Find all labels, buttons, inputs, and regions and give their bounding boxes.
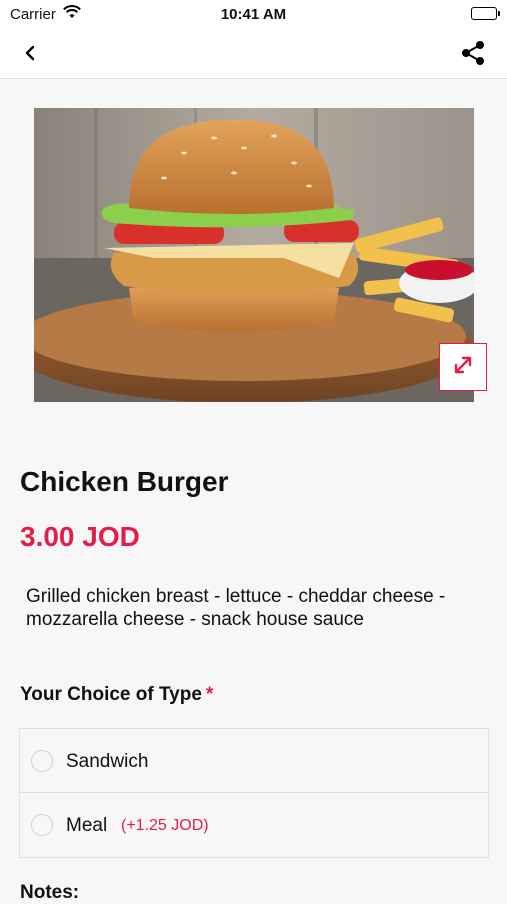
radio-button[interactable] <box>31 814 53 836</box>
product-price: 3.00 JOD <box>20 521 140 552</box>
product-image[interactable] <box>34 108 474 402</box>
product-description: Grilled chicken breast - lettuce - chedd… <box>26 586 446 630</box>
battery-icon <box>471 7 500 20</box>
type-section-title: Your Choice of Type * <box>20 684 213 706</box>
radio-button[interactable] <box>31 750 53 772</box>
option-label: Sandwich <box>66 751 149 772</box>
product-title: Chicken Burger <box>20 466 229 497</box>
type-section-label: Your Choice of Type <box>20 684 202 705</box>
option-label: Meal <box>66 815 108 836</box>
option-price-extra: (+1.25 JOD) <box>121 817 209 834</box>
required-mark: * <box>205 684 214 705</box>
status-bar: Carrier 10:41 AM <box>0 0 507 28</box>
option-meal[interactable]: Meal (+1.25 JOD) <box>19 793 489 858</box>
type-options: Sandwich Meal (+1.25 JOD) <box>19 728 489 858</box>
status-time: 10:41 AM <box>220 6 287 23</box>
option-sandwich[interactable]: Sandwich <box>19 728 489 793</box>
expand-image-button[interactable] <box>439 343 487 391</box>
share-icon[interactable] <box>459 39 487 67</box>
nav-bar <box>0 28 507 79</box>
back-chevron-icon[interactable] <box>18 40 44 66</box>
notes-title: Notes: <box>20 882 80 903</box>
expand-icon <box>451 353 475 382</box>
